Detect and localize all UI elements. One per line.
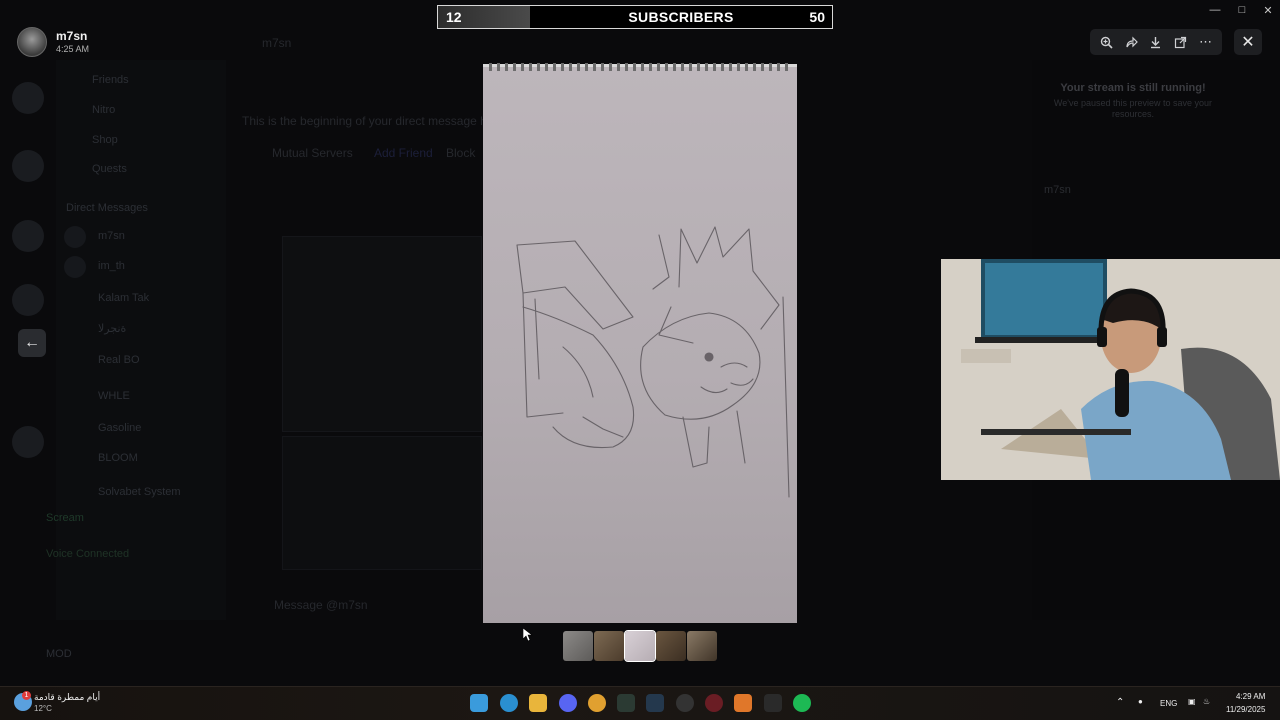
chevron-up-icon[interactable]: ⌃ — [1116, 697, 1124, 708]
dm-item[interactable]: Gasoline — [98, 422, 141, 434]
stream-notice-title: Your stream is still running! — [1060, 82, 1206, 94]
server-icon[interactable] — [12, 220, 44, 252]
sketch-image — [483, 63, 797, 623]
user-name: m7sn — [56, 29, 88, 43]
dm-item[interactable]: Real BO — [98, 354, 140, 366]
server-icon[interactable] — [12, 82, 44, 114]
windows-taskbar — [0, 686, 1280, 720]
sidebar-shop[interactable]: Shop — [92, 134, 118, 146]
spotify-icon[interactable] — [793, 694, 811, 712]
block-button[interactable]: Block — [446, 146, 475, 160]
thumbnail[interactable] — [563, 631, 593, 661]
dm-section-label: Direct Messages — [66, 202, 148, 214]
arrow-left-icon: ← — [24, 334, 40, 351]
pencil-drawing — [516, 226, 790, 498]
dm-item[interactable]: WHLE — [98, 390, 130, 402]
user-timestamp: 4:25 AM — [56, 44, 90, 54]
subscriber-goal-bar: 12 SUBSCRIBERS 50 — [437, 5, 833, 29]
more-icon[interactable]: ⋯ — [1196, 32, 1216, 52]
chat-image[interactable] — [282, 236, 482, 432]
xbox-icon[interactable] — [617, 694, 635, 712]
image-viewer-toolbar: ⋯ — [1090, 29, 1222, 55]
discord-icon[interactable] — [559, 694, 577, 712]
weather-alert-badge: 1 — [22, 691, 31, 700]
add-friend-button[interactable]: Add Friend — [374, 146, 433, 160]
sidebar-quests[interactable]: Quests — [92, 163, 127, 175]
dm-item[interactable]: ةنجرلا — [98, 322, 126, 335]
steam-icon[interactable] — [646, 694, 664, 712]
download-icon[interactable] — [1146, 32, 1166, 52]
open-external-icon[interactable] — [1171, 32, 1191, 52]
network-icon[interactable]: ▣ — [1188, 697, 1196, 706]
subscriber-count: 12 — [438, 6, 530, 28]
sidebar-nitro[interactable]: Nitro — [92, 104, 115, 116]
language-indicator[interactable]: ENG — [1160, 699, 1177, 708]
avatar — [64, 256, 86, 278]
notebook-spiral — [489, 63, 791, 71]
epic-games-icon[interactable] — [764, 694, 782, 712]
chat-image[interactable] — [282, 436, 482, 570]
mutual-servers-button[interactable]: Mutual Servers — [272, 146, 353, 160]
thumbnail[interactable] — [594, 631, 624, 661]
app-icon[interactable] — [734, 694, 752, 712]
voice-channel[interactable]: Scream — [46, 512, 84, 524]
stream-preview-notice: Your stream is still running! We've paus… — [1046, 82, 1220, 144]
chat-title: m7sn — [262, 36, 292, 50]
sidebar-friends[interactable]: Friends — [92, 74, 129, 86]
clock-time[interactable]: 4:29 AM — [1236, 692, 1265, 701]
dm-sidebar: Friends Nitro Shop Quests Direct Message… — [46, 60, 226, 660]
obs-icon[interactable] — [676, 694, 694, 712]
thumbnail[interactable] — [656, 631, 686, 661]
clock-date[interactable]: 11/29/2025 — [1226, 705, 1265, 714]
mouse-cursor-icon — [523, 628, 533, 642]
subscriber-target: 50 — [809, 9, 825, 25]
minimize-icon[interactable]: — — [1207, 4, 1223, 18]
self-name: MOD — [46, 648, 72, 660]
message-composer[interactable]: Message @m7sn — [274, 598, 368, 612]
profile-name: m7sn — [1044, 184, 1071, 196]
thumbnail[interactable] — [687, 631, 717, 661]
edge-icon[interactable] — [500, 694, 518, 712]
server-icon[interactable] — [12, 150, 44, 182]
voice-status: Voice Connected — [46, 548, 130, 560]
server-icon[interactable] — [12, 426, 44, 458]
microphone-icon[interactable]: ● — [1138, 697, 1143, 706]
subscriber-label: SUBSCRIBERS — [628, 9, 734, 25]
weather-widget[interactable]: 1 أيام ممطرة قادمة 12°C — [14, 691, 124, 717]
close-icon[interactable]: ✕ — [1234, 29, 1262, 55]
window-close-icon[interactable]: ✕ — [1260, 4, 1276, 18]
avatar — [17, 27, 47, 57]
back-button[interactable]: ← — [18, 329, 46, 357]
maximize-icon[interactable]: □ — [1234, 4, 1250, 18]
dm-item[interactable]: Kalam Tak — [98, 292, 149, 304]
server-icon[interactable] — [12, 284, 44, 316]
thumbnail-selected[interactable] — [624, 630, 656, 662]
windows-start-icon[interactable] — [470, 694, 488, 712]
dm-item[interactable]: m7sn — [98, 230, 125, 242]
image-thumbnail-strip — [563, 630, 717, 662]
avatar — [64, 226, 86, 248]
dm-item[interactable]: Solvabet System — [98, 486, 181, 498]
file-explorer-icon[interactable] — [529, 694, 547, 712]
webcam-overlay — [941, 259, 1280, 480]
volume-icon[interactable]: ♨ — [1203, 697, 1210, 706]
dm-item[interactable]: im_th — [98, 260, 125, 272]
stream-notice-body: We've paused this preview to save your r… — [1053, 98, 1213, 119]
zoom-in-icon[interactable] — [1096, 32, 1116, 52]
weather-text: أيام ممطرة قادمة — [34, 692, 101, 702]
dm-item[interactable]: BLOOM — [98, 452, 138, 464]
weather-temperature: 12°C — [34, 704, 52, 713]
music-icon[interactable] — [705, 694, 723, 712]
forward-icon[interactable] — [1121, 32, 1141, 52]
chrome-icon[interactable] — [588, 694, 606, 712]
